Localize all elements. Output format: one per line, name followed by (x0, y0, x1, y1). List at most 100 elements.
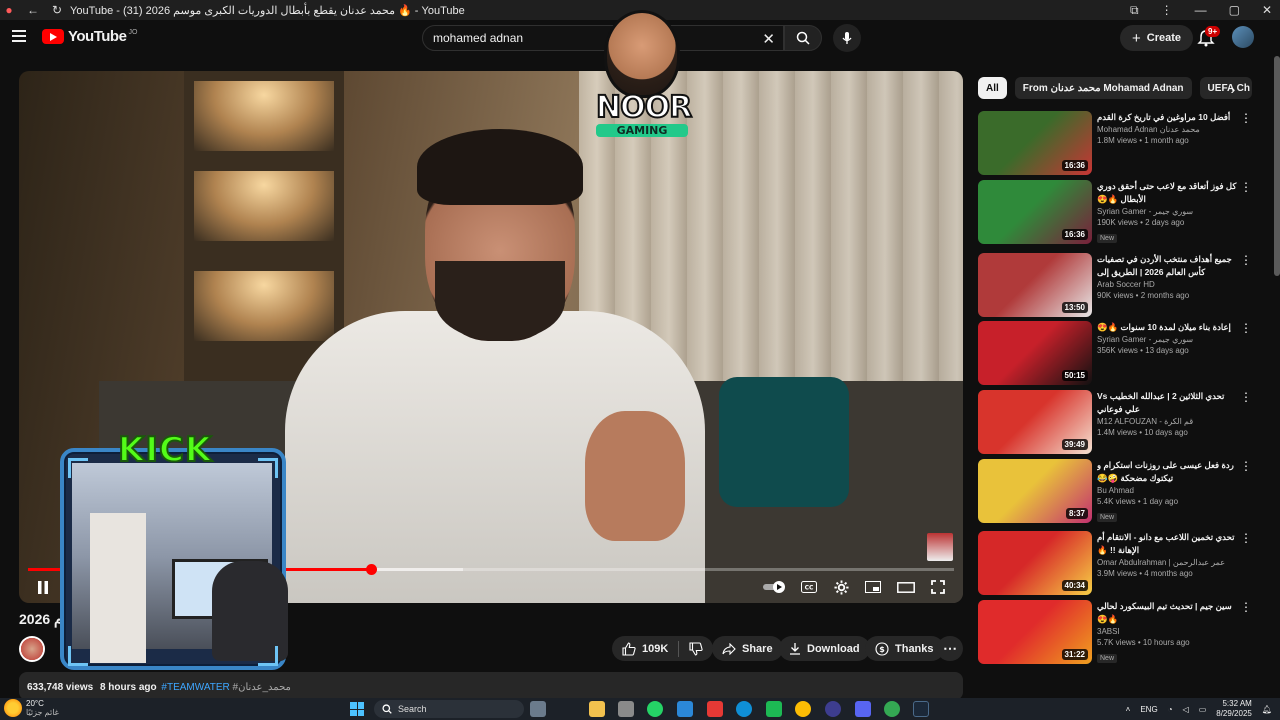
notifications-icon[interactable]: 🔔︎ (1262, 705, 1272, 714)
video-thumbnail[interactable]: 31:22 (978, 600, 1092, 664)
create-button[interactable]: + Create (1120, 25, 1194, 51)
channel-name[interactable]: Bu Ahmad (1097, 486, 1237, 495)
video-title[interactable]: سين جيم | تحديث تيم البيسكورد لحالي 🔥😍 (1097, 600, 1237, 626)
channel-name[interactable]: M12 ALFOUZAN - قم الكرة (1097, 417, 1237, 426)
recommendation-item[interactable]: 39:49 تحدي الثلاثين 2 | عبدالله الخطيب Vs… (978, 390, 1254, 454)
channel-name[interactable]: Mohamad Adnan محمد عدنان (1097, 125, 1237, 134)
video-title[interactable]: إعادة بناء ميلان لمدة 10 سنوات 🔥😍 (1097, 321, 1237, 334)
file-explorer-icon[interactable] (589, 701, 605, 717)
more-vertical-icon[interactable]: ⋮ (1240, 321, 1252, 335)
windows-start-icon[interactable] (350, 702, 364, 716)
tray-chevron-icon[interactable]: ˄ (1126, 705, 1131, 714)
recommendation-item[interactable]: 8:37 ردة فعل عيسى على روزنات استكرام و تي… (978, 459, 1254, 523)
description-box[interactable]: 633,748 views 8 hours ago #TEAMWATER #مح… (19, 672, 963, 700)
video-title[interactable]: أفضل 10 مراوغين في تاريخ كرة القدم (1097, 111, 1237, 124)
more-vertical-icon[interactable]: ⋮ (1240, 180, 1252, 194)
video-thumbnail[interactable]: 8:37 (978, 459, 1092, 523)
fullscreen-button[interactable] (929, 578, 947, 596)
browser-menu-icon[interactable]: ⋮ (1161, 3, 1173, 17)
taskview-icon[interactable] (530, 701, 546, 717)
discord-icon[interactable] (855, 701, 871, 717)
miniplayer-button[interactable] (864, 578, 882, 596)
voice-search-button[interactable] (833, 24, 861, 52)
channel-avatar[interactable] (19, 636, 45, 662)
thanks-button[interactable]: $ Thanks (865, 636, 944, 661)
more-vertical-icon[interactable]: ⋮ (1240, 600, 1252, 614)
recommendation-item[interactable]: 40:34 تحدي تخمين اللاعب مع دانو - الانتقا… (978, 531, 1254, 595)
settings-button[interactable] (832, 578, 850, 596)
back-arrow-icon[interactable]: ← (26, 3, 40, 17)
app-icon[interactable] (677, 701, 693, 717)
video-title[interactable]: ردة فعل عيسى على روزنات استكرام و تيكتوك… (1097, 459, 1237, 485)
app-icon-2[interactable] (766, 701, 782, 717)
minimize-button[interactable]: — (1195, 3, 1207, 17)
subtitles-button[interactable]: CC (800, 578, 818, 596)
more-vertical-icon[interactable]: ⋮ (1240, 390, 1252, 404)
video-thumbnail[interactable]: 16:36 (978, 111, 1092, 175)
pause-button[interactable] (34, 578, 52, 596)
steam-icon[interactable] (913, 701, 929, 717)
more-vertical-icon[interactable]: ⋮ (1240, 459, 1252, 473)
recommendation-item[interactable]: 16:36 أفضل 10 مراوغين في تاريخ كرة القدم M… (978, 111, 1254, 175)
scrollbar[interactable] (1274, 56, 1280, 276)
video-thumbnail[interactable]: 39:49 (978, 390, 1092, 454)
video-thumbnail[interactable]: 50:15 (978, 321, 1092, 385)
youtube-logo[interactable]: YouTube JO (42, 28, 137, 45)
hamburger-menu-icon[interactable] (12, 30, 26, 42)
wifi-icon[interactable]: ◔ (1168, 705, 1173, 714)
channel-name[interactable]: Omar Abdulrahman | عمر عبدالرحمن (1097, 558, 1237, 567)
video-thumbnail[interactable]: 13:50 (978, 253, 1092, 317)
clear-search-icon[interactable]: ✕ (762, 30, 775, 48)
recommendation-item[interactable]: 31:22 سين جيم | تحديث تيم البيسكورد لحالي… (978, 600, 1254, 664)
whatsapp-icon[interactable] (647, 701, 663, 717)
extensions-icon[interactable]: ⧉ (1130, 3, 1139, 18)
scrubber-handle[interactable] (365, 564, 377, 575)
channel-name[interactable]: 3ABSI (1097, 627, 1237, 636)
back-icon[interactable]: ● (2, 3, 16, 17)
channel-watermark[interactable] (927, 533, 953, 561)
edge-icon[interactable] (736, 701, 752, 717)
chrome-icon[interactable] (795, 701, 811, 717)
more-vertical-icon[interactable]: ⋮ (1240, 253, 1252, 267)
video-thumbnail[interactable]: 40:34 (978, 531, 1092, 595)
chip-all[interactable]: All (978, 77, 1007, 99)
recommendation-item[interactable]: 13:50 جميع أهداف منتخب الأردن في تصفيات ك… (978, 253, 1254, 317)
recommendation-item[interactable]: 50:15 إعادة بناء ميلان لمدة 10 سنوات 🔥😍 Sy… (978, 321, 1254, 385)
more-actions-button[interactable]: ⋯ (937, 636, 963, 661)
like-button[interactable]: 109K (612, 636, 714, 661)
chip-from-channel[interactable]: From محمد عدنان Mohamad Adnan (1014, 77, 1192, 99)
more-vertical-icon[interactable]: ⋮ (1240, 531, 1252, 545)
video-title[interactable]: تحدي الثلاثين 2 | عبدالله الخطيب Vs علي … (1097, 390, 1237, 416)
autoplay-toggle[interactable] (762, 578, 788, 596)
video-title[interactable]: تحدي تخمين اللاعب مع دانو - الانتقام أم … (1097, 531, 1237, 557)
video-app-icon[interactable] (707, 701, 723, 717)
volume-icon[interactable]: ◁ (1183, 705, 1189, 714)
clock[interactable]: 5:32 AM 8/29/2025 (1216, 699, 1252, 719)
maximize-button[interactable]: ▢ (1229, 3, 1240, 17)
reload-icon[interactable]: ↻ (50, 3, 64, 17)
media-player-icon[interactable] (825, 701, 841, 717)
hashtag-teamwater[interactable]: #TEAMWATER (161, 682, 229, 693)
download-button[interactable]: Download (779, 636, 870, 661)
chrome-profile-icon[interactable] (884, 701, 900, 717)
weather-widget[interactable]: 20°C غائم جزئيًا (4, 699, 59, 717)
channel-name[interactable]: Arab Soccer HD (1097, 280, 1237, 289)
language-indicator[interactable]: ENG (1140, 705, 1157, 714)
close-button[interactable]: ✕ (1262, 3, 1272, 17)
video-thumbnail[interactable]: 16:36 (978, 180, 1092, 244)
channel-name[interactable]: Syrian Gamer - سوري جيمر (1097, 335, 1237, 344)
taskbar-search[interactable]: Search (374, 700, 524, 718)
store-icon[interactable] (618, 701, 634, 717)
battery-icon[interactable]: ▭ (1199, 705, 1207, 714)
theater-mode-button[interactable] (896, 578, 916, 596)
hashtag-mohamed-adnan[interactable]: #محمد_عدنان (233, 682, 291, 693)
search-button[interactable] (784, 25, 822, 51)
more-vertical-icon[interactable]: ⋮ (1240, 111, 1252, 125)
video-title[interactable]: كل فوز أتعاقد مع لاعب حتى أحقق دوري الأب… (1097, 180, 1237, 206)
chevron-right-icon[interactable]: › (1224, 80, 1242, 98)
channel-name[interactable]: Syrian Gamer - سوري جيمر (1097, 207, 1237, 216)
video-title[interactable]: جميع أهداف منتخب الأردن في تصفيات كأس ال… (1097, 253, 1237, 279)
account-avatar[interactable] (1232, 26, 1254, 48)
share-button[interactable]: Share (712, 636, 783, 661)
thumbs-down-icon[interactable] (689, 641, 703, 656)
